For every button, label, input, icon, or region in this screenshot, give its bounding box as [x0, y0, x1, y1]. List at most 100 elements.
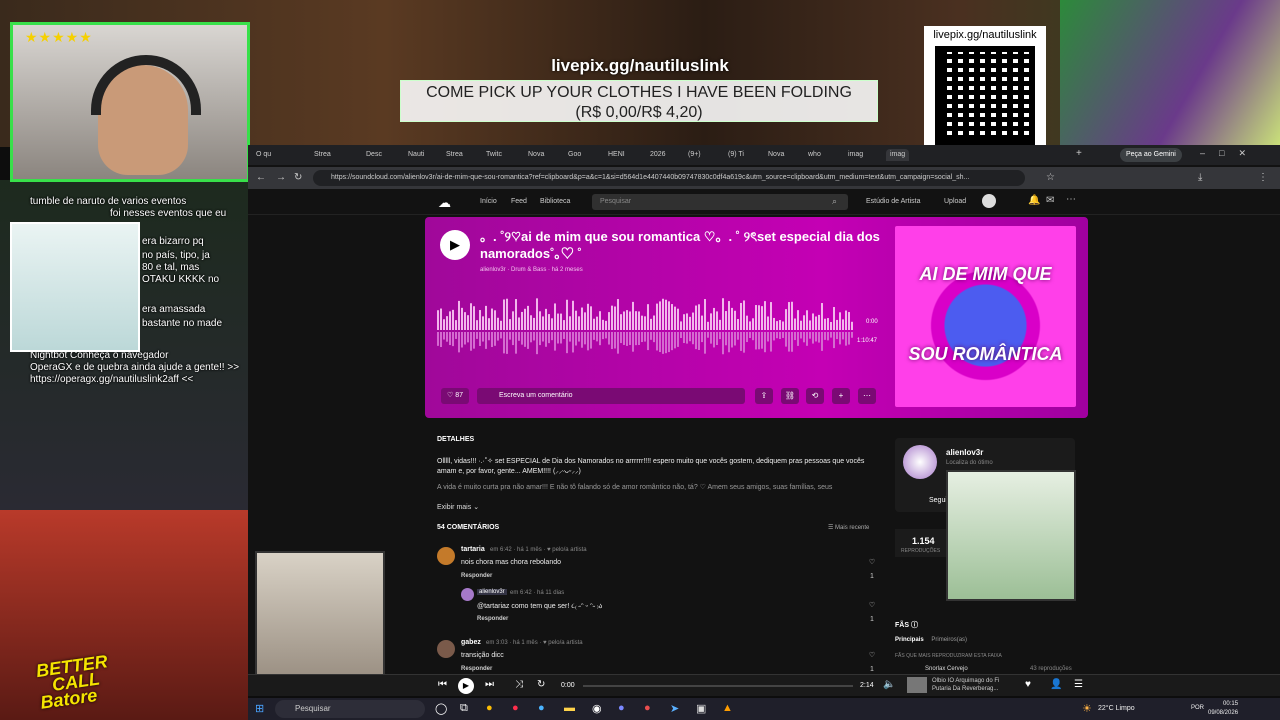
browser-tab[interactable]: Goo: [568, 149, 581, 161]
comment-user[interactable]: alienlov3r: [477, 589, 507, 595]
copy-link-icon[interactable]: ⛓: [781, 388, 799, 404]
system-clock[interactable]: 00:15 09/08/2026: [1208, 700, 1238, 718]
browser-tab[interactable]: Strea: [446, 149, 463, 161]
player-track-info[interactable]: Olbio IO Arquimago do Fi Putaria Da Reve…: [932, 677, 1022, 693]
telegram-icon[interactable]: ➤: [670, 702, 679, 715]
tab-first-fans[interactable]: Primeiros(as): [931, 637, 967, 643]
track-cover-art[interactable]: AI DE MIM QUE SOU ROMÂNTICA: [895, 226, 1076, 407]
widgets-icon[interactable]: ⧉: [460, 702, 468, 715]
previous-icon[interactable]: ⏮: [438, 679, 447, 690]
user-avatar[interactable]: [982, 194, 996, 208]
menu-icon[interactable]: ⋮: [1258, 172, 1268, 183]
volume-icon[interactable]: 🔈: [883, 679, 895, 690]
url-field[interactable]: https://soundcloud.com/alienlov3r/ai-de-…: [313, 170, 1025, 186]
bookmark-star-icon[interactable]: ☆: [1046, 172, 1055, 183]
search-input[interactable]: Pesquisar: [592, 194, 848, 210]
browser-tab-active[interactable]: imag: [886, 149, 910, 161]
gemini-button[interactable]: Peça ao Gemini: [1120, 148, 1182, 162]
artist-avatar[interactable]: [903, 445, 937, 479]
browser-tab[interactable]: Nova: [528, 149, 544, 161]
file-explorer-icon[interactable]: ▬: [564, 702, 575, 714]
comment-like-icon[interactable]: ♡: [867, 558, 877, 566]
comment-user[interactable]: gabez: [461, 639, 481, 646]
browser-tab[interactable]: Twitc: [486, 149, 502, 161]
browser-tab[interactable]: (9+): [688, 149, 701, 161]
avatar[interactable]: [437, 640, 455, 658]
reload-icon[interactable]: ↻: [294, 172, 302, 183]
comment-like-icon[interactable]: ♡: [867, 651, 877, 659]
show-more-button[interactable]: Exibir mais ⌄: [437, 503, 479, 511]
notifications-icon[interactable]: 🔔: [1028, 195, 1040, 206]
comment-like-icon[interactable]: ♡: [867, 601, 877, 609]
add-to-playlist-icon[interactable]: +: [832, 388, 850, 404]
like-button[interactable]: ♡ 87: [441, 388, 469, 404]
avatar[interactable]: [437, 547, 455, 565]
soundcloud-logo-icon[interactable]: ☁: [438, 195, 451, 211]
task-view-icon[interactable]: ◯: [435, 702, 447, 715]
window-controls[interactable]: –□✕: [1200, 148, 1260, 159]
browser-tab[interactable]: O qu: [256, 149, 271, 161]
reply-button[interactable]: Responder: [477, 616, 508, 622]
tab-top-fans[interactable]: Principais: [895, 637, 924, 643]
waveform-bar: [509, 319, 511, 330]
nav-library[interactable]: Biblioteca: [540, 198, 570, 205]
download-icon[interactable]: ⤓: [1198, 172, 1202, 183]
windows-start-icon[interactable]: ⊞: [255, 702, 264, 715]
new-tab-icon[interactable]: +: [1076, 148, 1082, 160]
comment-user[interactable]: tartaria: [461, 546, 485, 553]
search-icon[interactable]: ⌕: [832, 196, 837, 207]
nav-home[interactable]: Início: [480, 198, 497, 205]
reply-button[interactable]: Responder: [461, 573, 492, 579]
player-play-button[interactable]: ▶: [458, 678, 474, 694]
discord-icon[interactable]: ●: [618, 702, 625, 714]
weather-text[interactable]: 22°C Limpo: [1098, 705, 1135, 712]
chrome-icon[interactable]: ●: [486, 702, 493, 714]
browser-tab[interactable]: Nova: [768, 149, 784, 161]
follow-user-icon[interactable]: 👤: [1050, 679, 1062, 690]
browser-tab[interactable]: 2026: [650, 149, 666, 161]
nav-feed[interactable]: Feed: [511, 198, 527, 205]
reply-button[interactable]: Responder: [461, 666, 492, 672]
shuffle-icon[interactable]: ⤨: [515, 679, 523, 690]
browser-tab[interactable]: Nauti: [408, 149, 424, 161]
more-options-icon[interactable]: ⋯: [858, 388, 876, 404]
player-progress-bar[interactable]: [583, 685, 853, 687]
sort-dropdown[interactable]: ☰ Mais recente: [828, 524, 869, 531]
vlc-icon[interactable]: ▲: [722, 702, 733, 714]
fan-name[interactable]: Snorlax Cervejo: [925, 666, 968, 672]
share-icon[interactable]: ⇪: [755, 388, 773, 404]
opera-icon[interactable]: ●: [512, 702, 519, 714]
repost-icon[interactable]: ⟲: [806, 388, 824, 404]
nav-artist-studio[interactable]: Estúdio de Artista: [866, 198, 920, 205]
comment-input[interactable]: Escreva um comentário: [477, 388, 745, 404]
browser-tab[interactable]: imag: [848, 149, 863, 161]
waveform-bar: [506, 298, 508, 330]
waveform[interactable]: [437, 298, 855, 362]
track-meta[interactable]: alienlov3r · Drum & Bass · há 2 meses: [480, 267, 583, 273]
queue-icon[interactable]: ☰: [1074, 679, 1083, 690]
player-track-thumbnail[interactable]: [907, 677, 927, 693]
browser-tab[interactable]: (9) Ti: [728, 149, 744, 161]
info-icon[interactable]: ⓘ: [911, 622, 918, 629]
more-icon[interactable]: ⋯: [1066, 194, 1076, 205]
artist-name[interactable]: alienlov3r: [946, 448, 983, 457]
obs-icon[interactable]: ●: [644, 702, 651, 714]
app-icon[interactable]: ▣: [696, 702, 706, 715]
browser-taskbar-icon[interactable]: ◉: [592, 702, 602, 715]
language-indicator[interactable]: POR: [1191, 705, 1204, 711]
browser-tab[interactable]: HENI: [608, 149, 625, 161]
browser-tab[interactable]: who: [808, 149, 821, 161]
like-icon[interactable]: ♥: [1025, 679, 1031, 690]
nav-upload[interactable]: Upload: [944, 198, 966, 205]
taskbar-search[interactable]: Pesquisar: [275, 700, 425, 718]
next-icon[interactable]: ⏭: [485, 679, 494, 690]
repeat-icon[interactable]: ↻: [537, 679, 545, 690]
steam-icon[interactable]: ●: [538, 702, 545, 714]
avatar[interactable]: [461, 588, 474, 601]
messages-icon[interactable]: ✉: [1046, 195, 1054, 206]
browser-tab[interactable]: Strea: [314, 149, 331, 161]
play-button[interactable]: ▶: [440, 230, 470, 260]
browser-tab[interactable]: Desc: [366, 149, 382, 161]
back-icon[interactable]: ←: [256, 172, 266, 183]
forward-icon[interactable]: →: [276, 172, 286, 183]
